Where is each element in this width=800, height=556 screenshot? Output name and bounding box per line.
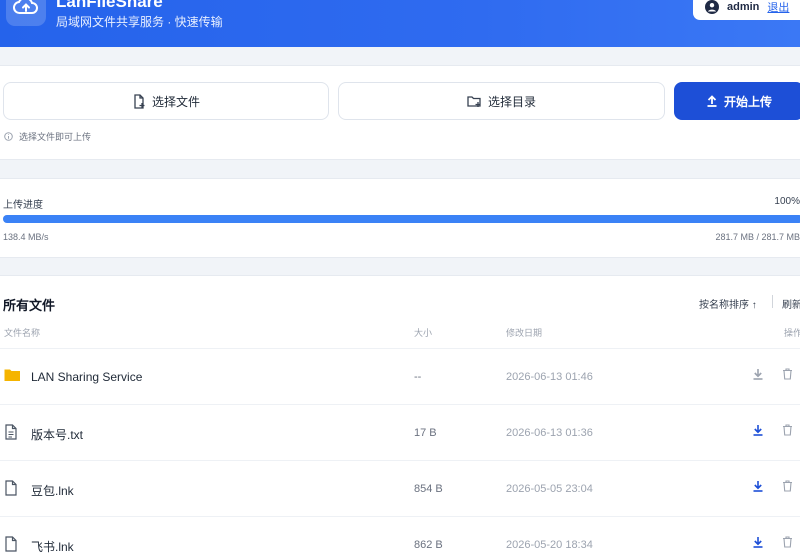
- file-date: 2026-06-13 01:46: [506, 371, 593, 383]
- file-icon: [4, 480, 18, 496]
- app-subtitle: 局域网文件共享服务 · 快速传输: [56, 15, 223, 29]
- select-dir-button[interactable]: 选择目录: [338, 82, 665, 120]
- column-header-size: 大小: [414, 328, 433, 338]
- select-file-label: 选择文件: [151, 94, 200, 109]
- file-plus-icon: [132, 93, 146, 109]
- upload-icon: [706, 95, 718, 107]
- file-date: 2026-05-20 18:34: [506, 539, 593, 551]
- app-header: LanFileShare 局域网文件共享服务 · 快速传输 admin 退出: [0, 0, 800, 47]
- progress-percent: 100%: [774, 196, 800, 207]
- progress-bar: [3, 215, 800, 223]
- table-row[interactable]: LAN Sharing Service -- 2026-06-13 01:46: [0, 348, 800, 404]
- column-header-date: 修改日期: [506, 328, 543, 338]
- file-size: 17 B: [414, 427, 437, 439]
- download-icon[interactable]: [752, 424, 764, 436]
- files-card: 所有文件 按名称排序 ↑ 刷新 文件名称 大小 修改日期 操作 LAN Shar…: [0, 275, 800, 556]
- file-size: 862 B: [414, 539, 443, 551]
- user-circle-icon: [705, 0, 719, 14]
- file-size: 854 B: [414, 483, 443, 495]
- upload-size: 281.7 MB / 281.7 MB: [715, 232, 800, 242]
- trash-icon[interactable]: [782, 536, 793, 548]
- table-row[interactable]: 豆包.lnk 854 B 2026-05-05 23:04: [0, 460, 800, 516]
- upload-hint-text: 选择文件即可上传: [19, 132, 92, 142]
- progress-bar-fill: [3, 215, 800, 223]
- files-title: 所有文件: [3, 298, 56, 313]
- file-size: --: [414, 371, 422, 383]
- upload-speed: 138.4 MB/s: [3, 232, 49, 242]
- select-dir-label: 选择目录: [487, 94, 536, 109]
- sort-by-name-button[interactable]: 按名称排序 ↑: [699, 296, 757, 311]
- app-title: LanFileShare: [56, 0, 163, 11]
- file-name[interactable]: 版本号.txt: [31, 426, 83, 443]
- trash-icon[interactable]: [782, 480, 793, 492]
- divider: [772, 295, 773, 308]
- file-name[interactable]: LAN Sharing Service: [31, 370, 142, 384]
- select-file-button[interactable]: 选择文件: [3, 82, 329, 120]
- user-menu: admin 退出: [693, 0, 800, 20]
- download-icon[interactable]: [752, 368, 764, 380]
- trash-icon[interactable]: [782, 368, 793, 380]
- file-date: 2026-05-05 23:04: [506, 483, 593, 495]
- username: admin: [727, 1, 760, 13]
- progress-label: 上传进度: [3, 200, 43, 211]
- file-date: 2026-06-13 01:36: [506, 427, 593, 439]
- refresh-button[interactable]: 刷新: [782, 296, 800, 311]
- start-upload-label: 开始上传: [723, 94, 772, 109]
- logout-link[interactable]: 退出: [767, 0, 789, 15]
- column-header-ops: 操作: [784, 328, 800, 338]
- cloud-upload-icon: [6, 0, 46, 26]
- file-icon: [4, 536, 18, 552]
- folder-plus-icon: [467, 94, 482, 108]
- download-icon[interactable]: [752, 536, 764, 548]
- download-icon[interactable]: [752, 480, 764, 492]
- table-row[interactable]: 飞书.lnk 862 B 2026-05-20 18:34: [0, 516, 800, 556]
- upload-hint: 选择文件即可上传: [4, 130, 91, 143]
- progress-card: 上传进度 100% 138.4 MB/s 281.7 MB / 281.7 MB: [0, 178, 800, 258]
- start-upload-button[interactable]: 开始上传: [674, 82, 800, 120]
- file-name[interactable]: 飞书.lnk: [31, 538, 74, 555]
- table-row[interactable]: 版本号.txt 17 B 2026-06-13 01:36: [0, 404, 800, 460]
- column-header-name: 文件名称: [4, 328, 41, 338]
- text-file-icon: [4, 424, 18, 440]
- file-name[interactable]: 豆包.lnk: [31, 482, 74, 499]
- folder-icon: [4, 368, 21, 382]
- info-icon: [4, 132, 13, 141]
- trash-icon[interactable]: [782, 424, 793, 436]
- upload-card: 选择文件 选择目录 开始上传 选择文件即可上传: [0, 65, 800, 160]
